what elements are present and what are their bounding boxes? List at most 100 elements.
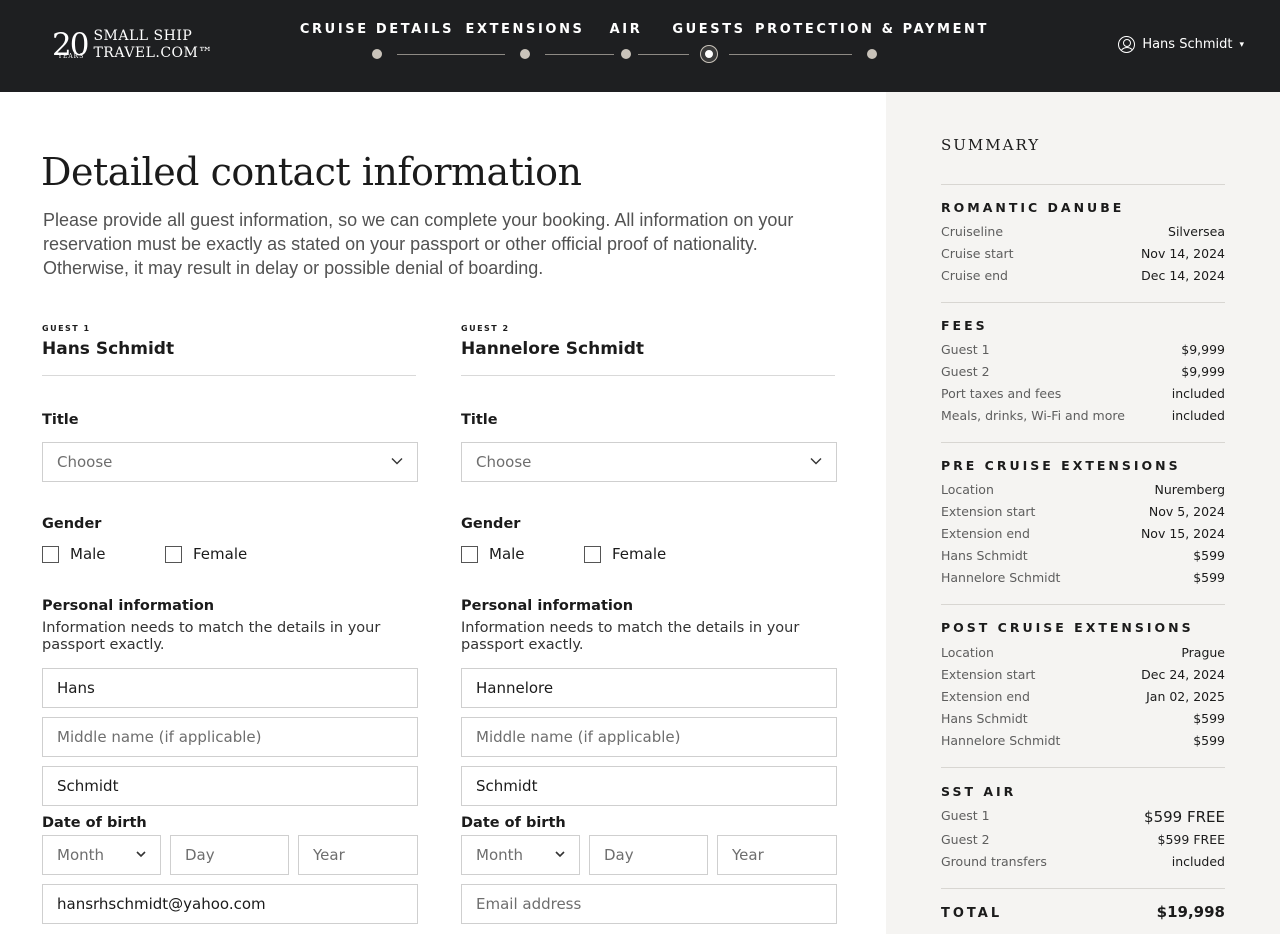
dob-month-select[interactable]: Month — [42, 835, 161, 875]
summary-row: Ground transfers included — [941, 854, 1225, 869]
step-dot-protection-payment[interactable] — [867, 49, 877, 59]
title-select[interactable]: Choose — [42, 442, 418, 482]
step-connector — [397, 54, 505, 55]
summary-air-heading: SST AIR — [941, 784, 1017, 799]
summary-row: Guest 2 $599 FREE — [941, 832, 1225, 847]
brand-logo[interactable]: 20 YEARS SMALL SHIP TRAVEL.COM™ — [52, 27, 212, 63]
male-checkbox[interactable] — [461, 545, 478, 563]
middle-name-field[interactable]: Middle name (if applicable) — [42, 717, 418, 757]
dob-inputs: Month Day Year — [461, 835, 837, 875]
female-checkbox[interactable] — [165, 545, 182, 563]
guest-2-form: GUEST 2 Hannelore Schmidt Title Choose G… — [461, 324, 837, 924]
personal-info-label: Personal information — [42, 598, 215, 614]
first-name-field[interactable]: Hans — [42, 668, 418, 708]
summary-post-cruise-heading: POST CRUISE EXTENSIONS — [941, 620, 1194, 635]
step-air[interactable]: AIR — [610, 22, 643, 37]
email-field[interactable]: Email address — [461, 884, 837, 924]
chevron-down-icon — [810, 458, 822, 465]
summary-row: Guest 1 $599 FREE — [941, 808, 1225, 826]
divider — [941, 302, 1225, 303]
title-label: Title — [42, 412, 79, 428]
summary-row: Location Prague — [941, 645, 1225, 660]
summary-row: Location Nuremberg — [941, 482, 1225, 497]
summary-fees-heading: FEES — [941, 318, 988, 333]
page-title: Detailed contact information — [41, 150, 582, 194]
gender-female-option[interactable]: Female — [584, 545, 666, 563]
logo-brand-text: SMALL SHIP TRAVEL.COM™ — [93, 28, 213, 61]
chevron-down-icon — [555, 851, 565, 858]
middle-name-field[interactable]: Middle name (if applicable) — [461, 717, 837, 757]
personal-info-hint: Information needs to match the details i… — [42, 620, 381, 653]
title-label: Title — [461, 412, 498, 428]
summary-row: Extension end Nov 15, 2024 — [941, 526, 1225, 541]
step-guests[interactable]: GUESTS — [672, 22, 745, 37]
male-checkbox[interactable] — [42, 545, 59, 563]
gender-male-option[interactable]: Male — [42, 545, 106, 563]
divider — [941, 604, 1225, 605]
divider — [42, 375, 416, 376]
total-label: TOTAL — [941, 906, 1003, 921]
guest-name-heading: Hannelore Schmidt — [461, 339, 645, 359]
summary-title: SUMMARY — [941, 136, 1041, 154]
personal-info-label: Personal information — [461, 598, 634, 614]
gender-label: Gender — [461, 516, 521, 532]
summary-row: Cruise end Dec 14, 2024 — [941, 268, 1225, 283]
user-name: Hans Schmidt — [1142, 37, 1233, 52]
dob-year-field[interactable]: Year — [298, 835, 418, 875]
step-connector — [638, 54, 689, 55]
summary-row: Extension start Dec 24, 2024 — [941, 667, 1225, 682]
summary-row: Extension end Jan 02, 2025 — [941, 689, 1225, 704]
last-name-field[interactable]: Schmidt — [42, 766, 418, 806]
logo-years-text: YEARS — [58, 53, 85, 60]
divider — [941, 767, 1225, 768]
personal-info-hint: Information needs to match the details i… — [461, 620, 800, 653]
guest-kicker: GUEST 2 — [461, 324, 510, 333]
guest-kicker: GUEST 1 — [42, 324, 91, 333]
step-dot-cruise-details[interactable] — [372, 49, 382, 59]
chevron-down-icon: ▾ — [1239, 39, 1244, 50]
step-cruise-details[interactable]: CRUISE DETAILS — [300, 22, 454, 37]
dob-month-select[interactable]: Month — [461, 835, 580, 875]
title-select[interactable]: Choose — [461, 442, 837, 482]
female-checkbox[interactable] — [584, 545, 601, 563]
summary-row: Extension start Nov 5, 2024 — [941, 504, 1225, 519]
summary-row: Guest 2 $9,999 — [941, 364, 1225, 379]
step-connector — [545, 54, 614, 55]
summary-total: TOTAL $19,998 — [941, 903, 1225, 921]
user-circle-icon — [1118, 36, 1136, 53]
dob-day-field[interactable]: Day — [170, 835, 289, 875]
divider — [941, 442, 1225, 443]
dob-label: Date of birth — [42, 815, 147, 831]
last-name-field[interactable]: Schmidt — [461, 766, 837, 806]
dob-inputs: Month Day Year — [42, 835, 418, 875]
divider — [461, 375, 835, 376]
step-dot-guests-active[interactable] — [701, 46, 717, 62]
contact-form-area: Detailed contact information Please prov… — [0, 92, 886, 934]
step-dot-air[interactable] — [621, 49, 631, 59]
summary-row: Hans Schmidt $599 — [941, 711, 1225, 726]
guest-1-form: GUEST 1 Hans Schmidt Title Choose Gender… — [42, 324, 418, 924]
summary-row: Hannelore Schmidt $599 — [941, 733, 1225, 748]
step-connector — [729, 54, 852, 55]
dob-year-field[interactable]: Year — [717, 835, 837, 875]
dob-day-field[interactable]: Day — [589, 835, 708, 875]
first-name-field[interactable]: Hannelore — [461, 668, 837, 708]
gender-label: Gender — [42, 516, 102, 532]
summary-row: Meals, drinks, Wi-Fi and more included — [941, 408, 1225, 423]
summary-row: Hans Schmidt $599 — [941, 548, 1225, 563]
step-extensions[interactable]: EXTENSIONS — [465, 22, 584, 37]
user-menu[interactable]: Hans Schmidt ▾ — [1118, 36, 1244, 53]
step-dot-extensions[interactable] — [520, 49, 530, 59]
summary-row: Hannelore Schmidt $599 — [941, 570, 1225, 585]
intro-text: Please provide all guest information, so… — [43, 210, 794, 278]
booking-progress-steps: CRUISE DETAILS EXTENSIONS AIR GUESTS PRO… — [300, 22, 1000, 66]
guest-name-heading: Hans Schmidt — [42, 339, 175, 359]
gender-male-option[interactable]: Male — [461, 545, 525, 563]
step-protection-payment[interactable]: PROTECTION & PAYMENT — [755, 22, 989, 37]
dob-label: Date of birth — [461, 815, 566, 831]
chevron-down-icon — [136, 851, 146, 858]
email-field[interactable]: hansrhschmidt@yahoo.com — [42, 884, 418, 924]
gender-female-option[interactable]: Female — [165, 545, 247, 563]
summary-row: Cruise start Nov 14, 2024 — [941, 246, 1225, 261]
divider — [941, 184, 1225, 185]
